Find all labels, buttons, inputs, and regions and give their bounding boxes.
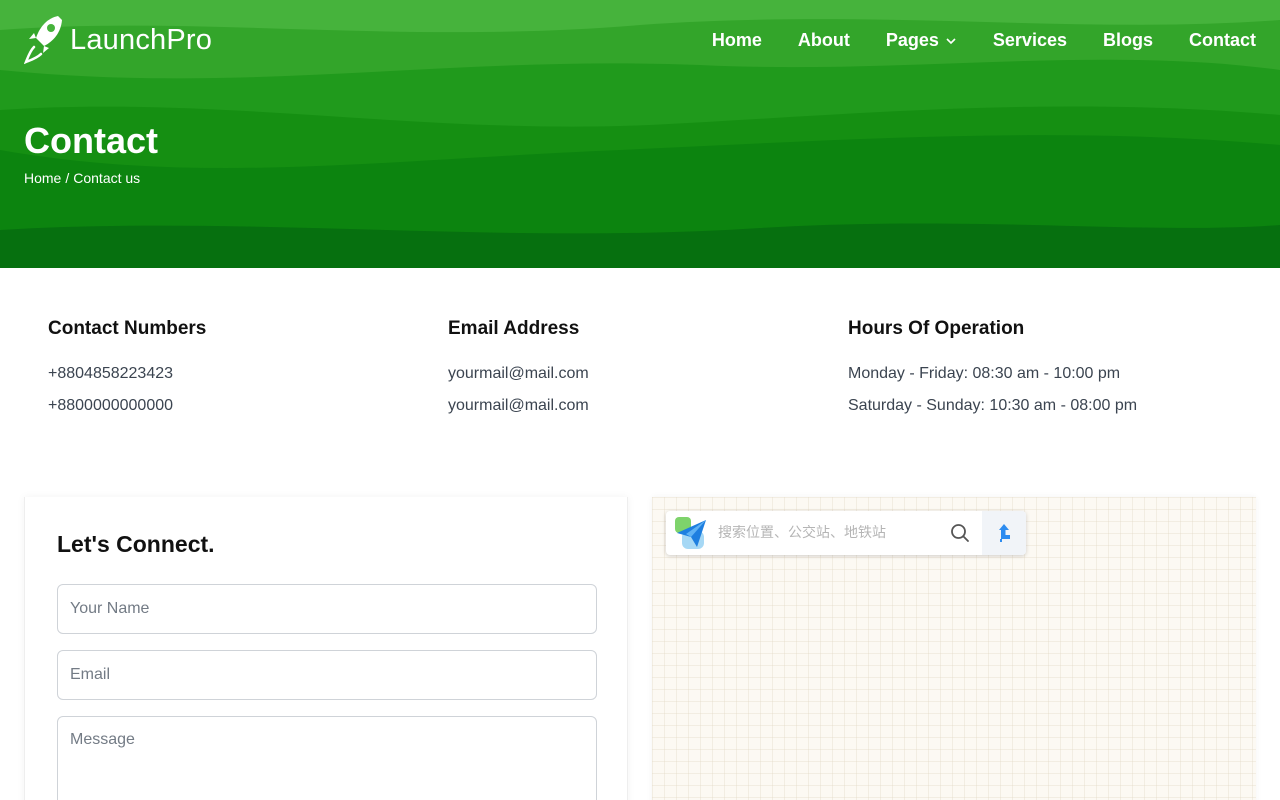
message-textarea[interactable] xyxy=(57,716,597,800)
nav-pages-label: Pages xyxy=(885,30,939,50)
nav-contact[interactable]: Contact xyxy=(1189,30,1256,51)
email-input[interactable] xyxy=(57,650,597,700)
phone-number: +8804858223423 xyxy=(48,365,174,382)
page-title: Contact xyxy=(24,120,158,161)
breadcrumb: Home / Contact us xyxy=(24,170,140,186)
map-search-bar xyxy=(666,511,1026,555)
contact-info: Contact Numbers +8804858223423 +88000000… xyxy=(48,318,1248,422)
hours-line: Saturday - Sunday: 10:30 am - 08:00 pm xyxy=(848,397,1138,414)
email-address-title: Email Address xyxy=(448,318,580,339)
nav-about[interactable]: About xyxy=(798,30,850,51)
email-address-block: Email Address yourmail@mail.com yourmail… xyxy=(448,318,848,422)
search-icon[interactable] xyxy=(948,521,972,545)
form-title: Let's Connect. xyxy=(57,531,215,557)
phone-number: +8800000000000 xyxy=(48,397,174,414)
nav-contact-label: Contact xyxy=(1189,30,1256,50)
hours-line: Monday - Friday: 08:30 am - 10:00 pm xyxy=(848,365,1121,382)
contact-numbers-title: Contact Numbers xyxy=(48,318,207,339)
breadcrumb-current: Contact us xyxy=(73,170,141,186)
hero-header: LaunchPro Home About Pages Services Blog… xyxy=(0,0,1280,268)
map-search-input[interactable] xyxy=(718,525,938,541)
breadcrumb-separator: / xyxy=(65,170,70,186)
breadcrumb-home[interactable]: Home xyxy=(24,170,61,186)
email-address: yourmail@mail.com xyxy=(448,365,589,382)
nav-services-label: Services xyxy=(992,30,1067,50)
nav-blogs[interactable]: Blogs xyxy=(1103,30,1153,51)
nav-pages[interactable]: Pages xyxy=(886,30,957,51)
nav-home-label: Home xyxy=(711,30,762,50)
brand-name: LaunchPro xyxy=(70,23,213,56)
paper-plane-icon xyxy=(675,517,706,549)
nav-blogs-label: Blogs xyxy=(1102,30,1153,50)
main-nav: Home About Pages Services Blogs Contact xyxy=(712,30,1256,51)
nav-services[interactable]: Services xyxy=(993,30,1067,51)
map-route-button[interactable] xyxy=(982,511,1026,555)
chevron-down-icon xyxy=(946,37,956,44)
hours-title: Hours Of Operation xyxy=(848,318,1025,339)
route-arrow-icon xyxy=(999,524,1010,542)
email-address: yourmail@mail.com xyxy=(448,397,589,414)
brand-logo[interactable]: LaunchPro xyxy=(24,14,212,66)
nav-home[interactable]: Home xyxy=(712,30,762,51)
name-input[interactable] xyxy=(57,584,597,634)
map-embed[interactable] xyxy=(652,497,1256,800)
contact-numbers-block: Contact Numbers +8804858223423 +88000000… xyxy=(48,318,448,422)
rocket-icon xyxy=(24,16,62,65)
hours-block: Hours Of Operation Monday - Friday: 08:3… xyxy=(848,318,1248,422)
nav-about-label: About xyxy=(797,30,850,50)
contact-form-card: Let's Connect. xyxy=(24,497,628,800)
